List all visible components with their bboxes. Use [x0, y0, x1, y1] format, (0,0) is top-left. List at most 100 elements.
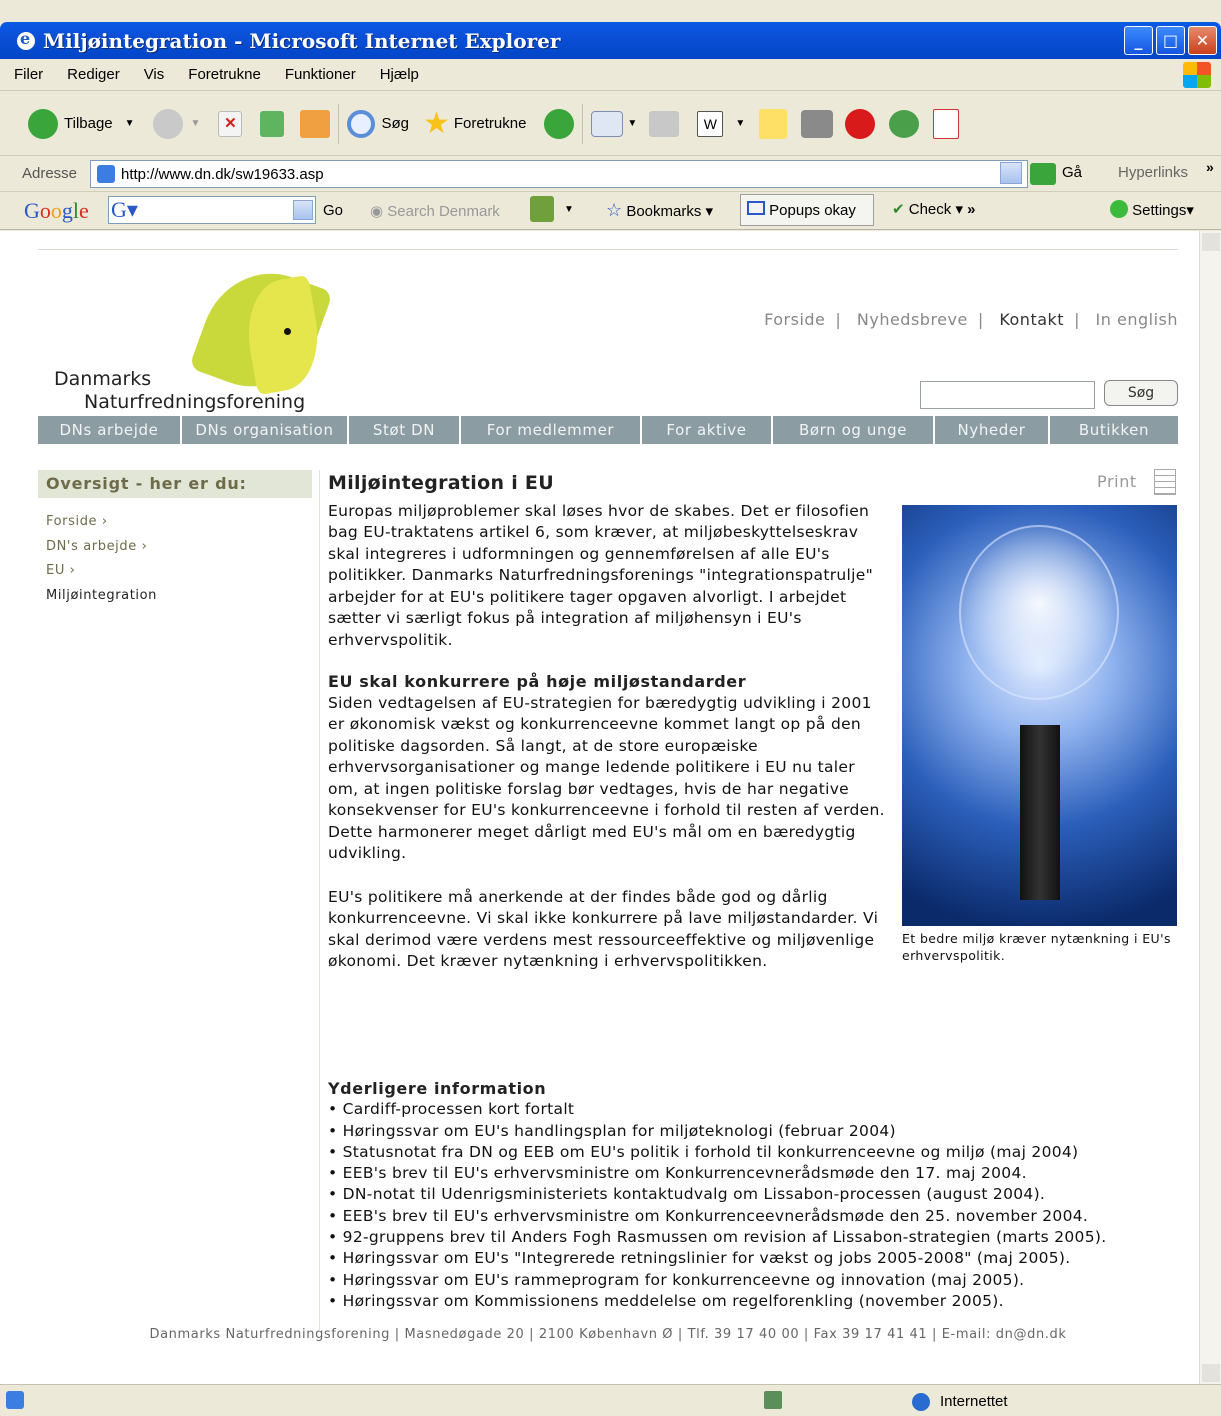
info-link[interactable]: • Cardiff-processen kort fortalt — [328, 1099, 1106, 1120]
link-nyhedsbreve[interactable]: Nyhedsbreve — [857, 310, 968, 329]
popup-window-icon — [747, 201, 765, 215]
menu-rediger[interactable]: Rediger — [67, 66, 120, 83]
print-icon[interactable] — [649, 110, 680, 137]
home-icon[interactable] — [300, 109, 331, 138]
pdf-icon[interactable] — [933, 108, 960, 139]
favorites-button[interactable]: ★ Foretrukne — [423, 106, 526, 141]
vertical-scrollbar[interactable] — [1199, 231, 1221, 1384]
forward-arrow-icon — [152, 108, 183, 139]
menu-hjaelp[interactable]: Hjælp — [380, 66, 419, 83]
nav-dns-organisation[interactable]: DNs organisation — [182, 416, 349, 444]
nav-dns-arbejde[interactable]: DNs arbejde — [38, 416, 182, 444]
address-input[interactable]: http://www.dn.dk/sw19633.asp — [90, 160, 1028, 188]
forward-button[interactable]: ▼ — [152, 108, 201, 139]
page-icon — [97, 165, 115, 183]
chevron-down-icon[interactable]: ▼ — [735, 118, 745, 129]
google-dropdown-button[interactable] — [293, 200, 313, 220]
info-link[interactable]: • EEB's brev til EU's erhvervsministre o… — [328, 1206, 1106, 1227]
menu-bar: Filer Rediger Vis Foretrukne Funktioner … — [0, 59, 1221, 91]
info-link[interactable]: • Høringssvar om EU's handlingsplan for … — [328, 1121, 1106, 1142]
address-label: Adresse — [22, 165, 78, 182]
word-icon[interactable]: W — [697, 110, 724, 137]
print-page-icon[interactable] — [1154, 469, 1176, 495]
menu-vis[interactable]: Vis — [144, 66, 165, 83]
address-dropdown-button[interactable] — [1000, 162, 1022, 184]
breadcrumb-dns-arbejde[interactable]: DN's arbejde › — [46, 535, 157, 560]
toolbar: Tilbage ▼ ▼ ✕ Søg ★ Foretrukne ▼ W ▼ — [0, 92, 1221, 156]
back-button[interactable]: Tilbage ▼ — [28, 108, 135, 139]
chevron-down-icon[interactable]: ▼ — [191, 118, 201, 129]
settings-button[interactable]: Settings▾ — [1110, 200, 1194, 219]
close-button[interactable]: ✕ — [1188, 26, 1217, 55]
chevron-down-icon[interactable]: ▼ — [627, 118, 637, 129]
search-button[interactable]: Søg — [347, 109, 409, 138]
rescue-icon[interactable] — [845, 108, 876, 139]
nav-for-medlemmer[interactable]: For medlemmer — [461, 416, 642, 444]
site-search-input[interactable] — [920, 381, 1095, 409]
more-info-title: Yderligere information — [328, 1079, 547, 1098]
site-search-button[interactable]: Søg — [1104, 380, 1178, 406]
windows-logo-icon — [1183, 62, 1211, 88]
image-caption: Et bedre miljø kræver nytænkning i EU's … — [902, 931, 1171, 963]
print-link[interactable]: Print — [1097, 472, 1137, 491]
google-go-button[interactable]: Go — [323, 202, 343, 219]
nav-nyheder[interactable]: Nyheder — [935, 416, 1050, 444]
menu-funktioner[interactable]: Funktioner — [285, 66, 356, 83]
breadcrumb-current: Miljøintegration — [46, 587, 158, 603]
go-button[interactable]: Gå — [1062, 164, 1082, 181]
chevron-down-icon[interactable]: ▼ — [564, 204, 574, 215]
more-info: Yderligere information • Cardiff-process… — [328, 1078, 1106, 1312]
logo-text[interactable]: Danmarks — [54, 368, 151, 390]
search-site-button[interactable]: ◉ Search Denmark — [370, 202, 500, 220]
menu-foretrukne[interactable]: Foretrukne — [188, 66, 261, 83]
column-divider — [319, 470, 320, 1330]
article: Miljøintegration i EU Europas miljøprobl… — [328, 472, 888, 973]
nav-for-aktive[interactable]: For aktive — [642, 416, 773, 444]
menu-filer[interactable]: Filer — [14, 66, 43, 83]
maximize-button[interactable]: □ — [1156, 26, 1185, 55]
info-link[interactable]: • Statusnotat fra DN og EEB om EU's poli… — [328, 1142, 1106, 1163]
main-nav: DNs arbejde DNs organisation Støt DN For… — [38, 416, 1178, 444]
users-icon[interactable] — [889, 109, 920, 138]
chevron-right-icon[interactable]: » — [1206, 159, 1214, 175]
google-g-icon: G▾ — [111, 197, 138, 222]
info-link[interactable]: • EEB's brev til EU's erhvervsministre o… — [328, 1163, 1106, 1184]
info-link[interactable]: • Høringssvar om Kommissionens meddelels… — [328, 1291, 1106, 1312]
info-link[interactable]: • DN-notat til Udenrigsministeriets kont… — [328, 1184, 1106, 1205]
nav-stot-dn[interactable]: Støt DN — [349, 416, 461, 444]
breadcrumb-eu[interactable]: EU › — [46, 559, 157, 584]
article-paragraph: EU's politikere må anerkende at der find… — [328, 887, 879, 971]
messenger-icon[interactable] — [801, 109, 834, 138]
link-forside[interactable]: Forside — [764, 310, 825, 329]
chevron-down-icon[interactable]: ▼ — [125, 118, 135, 129]
nav-butikken[interactable]: Butikken — [1050, 416, 1178, 444]
green-ball-icon — [1110, 200, 1128, 218]
globe-icon — [912, 1393, 930, 1411]
info-link[interactable]: • Høringssvar om EU's rammeprogram for k… — [328, 1270, 1106, 1291]
google-toolbar: Google G▾ Go ◉ Search Denmark ▼ ☆ Bookma… — [0, 192, 1221, 230]
puzzle-icon[interactable] — [530, 196, 554, 222]
bookmarks-button[interactable]: ☆ Bookmarks ▾ — [606, 200, 713, 221]
breadcrumb-forside[interactable]: Forside › — [46, 510, 157, 535]
hyperlinks-button[interactable]: Hyperlinks — [1118, 164, 1188, 181]
nav-born-og-unge[interactable]: Børn og unge — [773, 416, 935, 444]
minimize-button[interactable]: _ — [1124, 26, 1153, 55]
popups-button[interactable]: Popups okay — [740, 194, 874, 226]
scroll-down-button[interactable] — [1202, 1364, 1220, 1382]
google-search-input[interactable]: G▾ — [108, 196, 316, 224]
link-kontakt[interactable]: Kontakt — [999, 310, 1064, 329]
mail-icon[interactable] — [591, 110, 624, 137]
note-icon[interactable] — [759, 108, 788, 139]
link-in-english[interactable]: In english — [1096, 310, 1178, 329]
refresh-icon[interactable] — [260, 110, 285, 137]
scroll-up-button[interactable] — [1202, 233, 1220, 251]
history-icon[interactable] — [544, 108, 575, 139]
go-arrow-icon[interactable] — [1030, 163, 1056, 185]
check-button[interactable]: ✔ Check ▾ » — [892, 200, 976, 218]
info-link[interactable]: • 92-gruppens brev til Anders Fogh Rasmu… — [328, 1227, 1106, 1248]
info-link[interactable]: • Høringssvar om EU's "Integrerede retni… — [328, 1248, 1106, 1269]
stop-icon[interactable]: ✕ — [218, 110, 243, 137]
google-logo: Google — [24, 197, 89, 223]
sidebar-title: Oversigt - her er du: — [38, 470, 312, 498]
logo-text[interactable]: Naturfredningsforening — [84, 391, 305, 413]
